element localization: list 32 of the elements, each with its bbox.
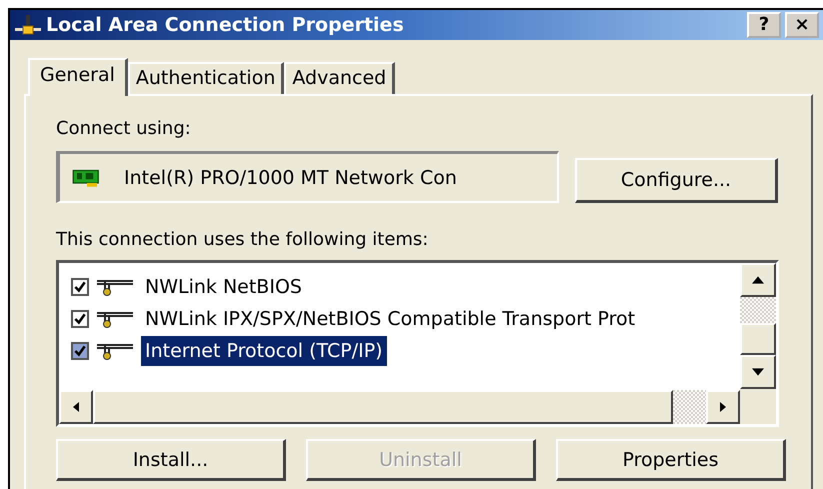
list-item[interactable]: NWLink NetBIOS	[141, 272, 306, 302]
help-button[interactable]: ?	[747, 12, 781, 38]
scroll-track[interactable]	[673, 390, 706, 424]
checkbox[interactable]	[71, 278, 89, 296]
tab[interactable]: Advanced	[284, 62, 396, 94]
tab[interactable]: Authentication	[128, 62, 284, 94]
scroll-thumb[interactable]	[740, 323, 776, 355]
network-icon	[14, 14, 42, 36]
action-button[interactable]: Properties	[556, 439, 786, 481]
tab[interactable]: General	[28, 58, 128, 96]
vertical-scrollbar[interactable]	[740, 263, 776, 390]
close-button[interactable]: ×	[785, 12, 819, 38]
list-item[interactable]: Internet Protocol (TCP/IP)	[141, 336, 387, 366]
scroll-up-icon[interactable]	[740, 263, 776, 297]
checkbox[interactable]	[71, 342, 89, 360]
connect-using-label: Connect using:	[56, 118, 192, 139]
list-item[interactable]: NWLink IPX/SPX/NetBIOS Compatible Transport Prot	[141, 304, 640, 334]
action-button[interactable]: Install...	[56, 439, 286, 481]
network-card-icon	[72, 168, 102, 188]
window-title: Local Area Connection Properties	[46, 14, 404, 36]
scroll-track[interactable]	[740, 297, 776, 323]
protocol-icon	[95, 341, 135, 361]
scroll-down-icon[interactable]	[740, 355, 776, 389]
scroll-right-icon[interactable]	[706, 390, 740, 424]
scroll-left-icon[interactable]	[59, 390, 93, 424]
configure-button[interactable]: Configure...	[575, 158, 778, 203]
items-label: This connection uses the following items:	[56, 229, 430, 250]
adapter-field: Intel(R) PRO/1000 MT Network Con	[56, 151, 559, 203]
scroll-thumb[interactable]	[93, 390, 673, 424]
checkbox[interactable]	[71, 310, 89, 328]
protocol-icon	[95, 309, 135, 329]
protocol-icon	[95, 277, 135, 297]
